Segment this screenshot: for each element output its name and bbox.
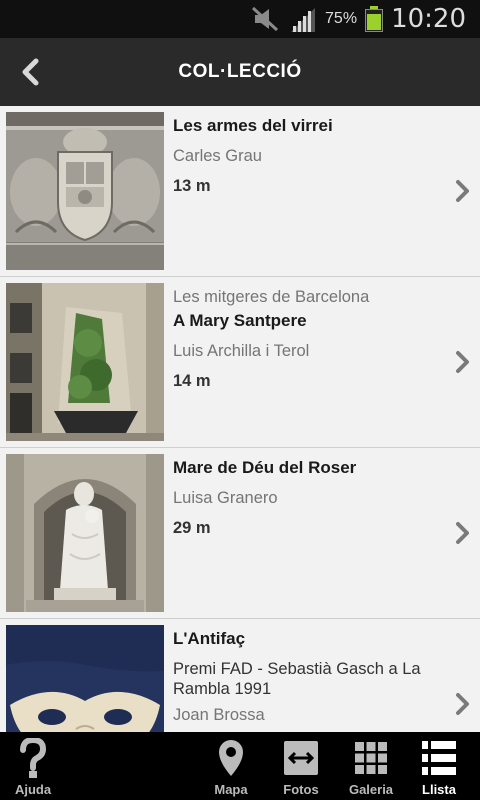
item-name: A Mary Santpere	[173, 311, 307, 330]
page-title: COL·LECCIÓ	[178, 61, 302, 82]
tab-galeria[interactable]: Galeria	[340, 732, 402, 800]
app-header: COL·LECCIÓ	[0, 38, 480, 106]
item-distance: 29 m	[173, 519, 211, 537]
clock: 10:20	[391, 4, 466, 34]
item-distance: 13 m	[173, 177, 211, 195]
item-distance: 14 m	[173, 372, 211, 390]
item-name: Les armes del virrei	[173, 116, 333, 135]
list-item[interactable]: Mare de Déu del Roser Luisa Granero 29 m	[0, 448, 480, 619]
tab-label: Galeria	[348, 782, 394, 797]
signal-icon	[291, 8, 316, 32]
item-author: Joan Brossa	[173, 706, 265, 724]
list-item[interactable]: L'Antifaç Premi FAD - Sebastià Gasch a L…	[0, 619, 480, 732]
bottom-tab-bar: Ajuda Mapa Fotos Galeria Llista	[0, 732, 480, 800]
item-award: Premi FAD - Sebastià Gasch a La Rambla 1…	[173, 660, 421, 698]
artwork-thumbnail	[6, 112, 164, 270]
tab-mapa[interactable]: Mapa	[200, 732, 262, 800]
item-series: Les mitgeres de Barcelona	[173, 288, 370, 306]
grid-icon	[355, 742, 387, 774]
item-name: L'Antifaç	[173, 629, 246, 648]
tab-ajuda[interactable]: Ajuda	[0, 732, 66, 800]
item-author: Luis Archilla i Terol	[173, 342, 310, 360]
battery-percent: 75%	[325, 10, 358, 27]
battery-icon	[365, 6, 384, 32]
list-icon	[422, 741, 456, 775]
list-item[interactable]: Les mitgeres de Barcelona A Mary Santper…	[0, 277, 480, 448]
tab-label: Llista	[422, 782, 456, 797]
tab-fotos[interactable]: Fotos	[270, 732, 332, 800]
tab-label: Ajuda	[14, 782, 52, 797]
question-icon	[20, 738, 47, 778]
item-name: Mare de Déu del Roser	[173, 458, 357, 477]
artwork-thumbnail	[6, 625, 164, 732]
item-author: Luisa Granero	[173, 489, 278, 507]
mute-icon	[252, 6, 279, 32]
tab-label: Mapa	[214, 782, 248, 797]
item-author: Carles Grau	[173, 147, 262, 165]
chevron-right-icon	[456, 351, 469, 373]
chevron-right-icon	[456, 522, 469, 544]
list-item[interactable]: Les armes del virrei Carles Grau 13 m	[0, 106, 480, 277]
artwork-thumbnail	[6, 283, 164, 441]
tab-label: Fotos	[283, 782, 319, 797]
chevron-right-icon	[456, 180, 469, 202]
collection-list[interactable]: Les armes del virrei Carles Grau 13 m Le…	[0, 106, 480, 732]
status-bar: 75% 10:20	[0, 0, 480, 38]
battery-fill	[367, 14, 382, 30]
tab-llista[interactable]: Llista	[408, 732, 470, 800]
arrows-icon	[284, 741, 318, 775]
chevron-right-icon	[456, 693, 469, 715]
map-pin-icon	[219, 740, 243, 776]
artwork-thumbnail	[6, 454, 164, 612]
